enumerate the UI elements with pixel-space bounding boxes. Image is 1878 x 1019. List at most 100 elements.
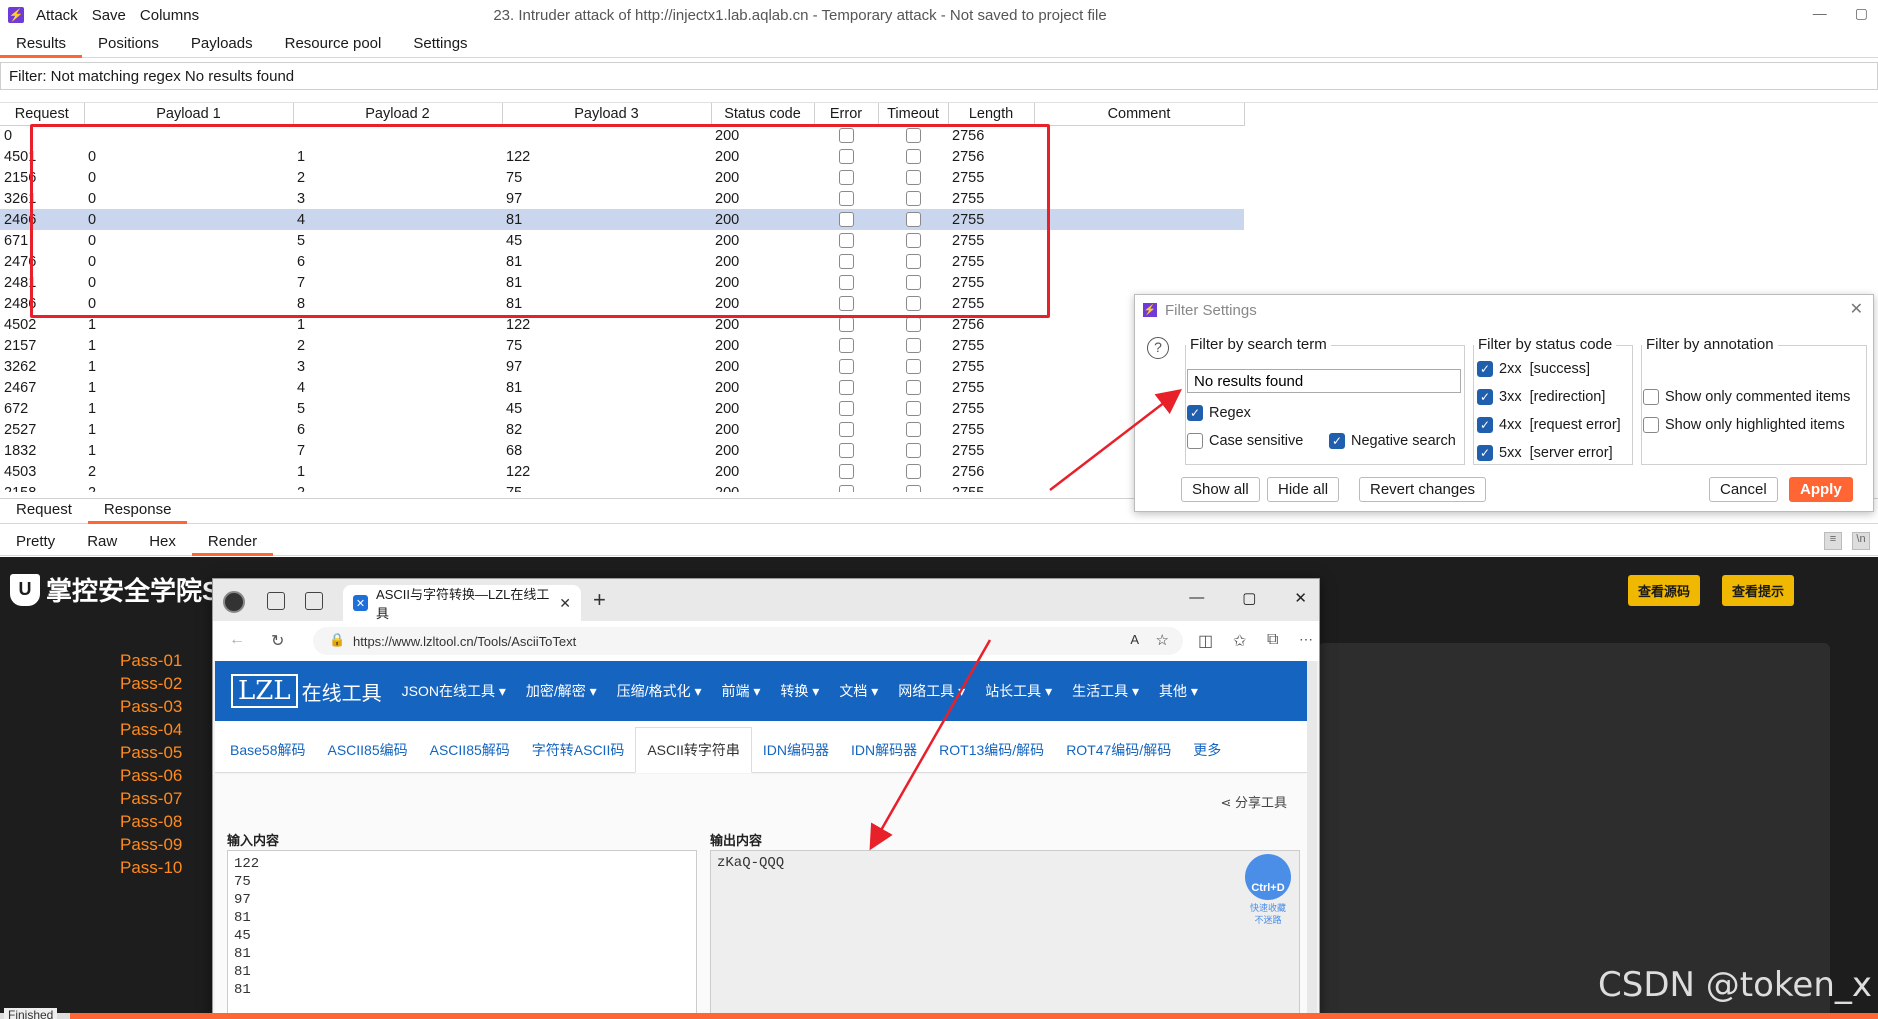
table-row[interactable]: 4503 2 1 122 200 2756 [0, 461, 1244, 482]
status-4xx-checkbox[interactable]: ✓ [1477, 417, 1493, 433]
only-highlighted-checkbox[interactable] [1643, 417, 1659, 433]
negative-search-row[interactable]: ✓ Negative search [1329, 433, 1456, 449]
pass-link[interactable]: Pass-10 [120, 856, 182, 879]
col-payload-2[interactable]: Payload 2 [293, 103, 503, 126]
lzl-subtab[interactable]: ASCII85解码 [419, 740, 521, 772]
only-highlighted-row[interactable]: Show only highlighted items [1643, 417, 1845, 433]
output-textarea[interactable]: zKaQ-QQQ [710, 850, 1300, 1018]
more-icon[interactable]: ⋯ [1299, 631, 1313, 648]
read-aloud-icon[interactable]: A [1130, 632, 1139, 647]
negative-search-checkbox[interactable]: ✓ [1329, 433, 1345, 449]
new-tab-icon[interactable]: + [593, 587, 606, 613]
help-icon[interactable]: ? [1147, 337, 1169, 359]
tab-render[interactable]: Render [191, 533, 274, 556]
table-row[interactable]: 215822752002755 [0, 482, 1244, 492]
back-icon[interactable]: ← [229, 631, 245, 649]
case-sensitive-row[interactable]: Case sensitive [1187, 433, 1303, 449]
regex-checkbox[interactable]: ✓ [1187, 405, 1203, 421]
show-all-button[interactable]: Show all [1181, 477, 1260, 502]
table-row[interactable]: 2156 0 2 75 200 2755 [0, 167, 1244, 188]
tab-request[interactable]: Request [0, 501, 88, 523]
favorites-icon[interactable]: ✩ [1233, 631, 1246, 651]
lzl-subtab[interactable]: Base58解码 [219, 740, 316, 772]
tab-raw[interactable]: Raw [71, 533, 133, 555]
status-3xx-row[interactable]: ✓ 3xx [redirection] [1477, 389, 1605, 405]
lzl-subtab[interactable]: 更多 [1182, 740, 1232, 772]
table-row[interactable]: 2486 0 8 81 200 2755 [0, 293, 1244, 314]
lzl-menu-item[interactable]: 站长工具 ▾ [985, 681, 1052, 701]
pass-link[interactable]: Pass-06 [120, 764, 182, 787]
input-textarea[interactable]: 122 75 97 81 45 81 81 81 [227, 850, 697, 1018]
menu-attack[interactable]: Attack [36, 7, 92, 24]
minimize-icon[interactable]: — [1189, 589, 1204, 607]
pass-link[interactable]: Pass-07 [120, 787, 182, 810]
tab-results[interactable]: Results [0, 35, 83, 58]
close-tab-icon[interactable]: ✕ [559, 595, 571, 612]
table-row[interactable]: 672 1 5 45 200 2755 [0, 398, 1244, 419]
table-row[interactable]: 2467 1 4 81 200 2755 [0, 377, 1244, 398]
col-timeout[interactable]: Timeout [878, 103, 949, 126]
table-row[interactable]: 671 0 5 45 200 2755 [0, 230, 1244, 251]
collections-icon[interactable]: ⧉ [1267, 631, 1278, 649]
tab-actions-icon[interactable] [305, 592, 323, 610]
filter-bar[interactable]: Filter: Not matching regex No results fo… [0, 62, 1878, 90]
search-term-input[interactable] [1187, 369, 1461, 393]
pass-link[interactable]: Pass-04 [120, 718, 182, 741]
menu-columns[interactable]: Columns [140, 7, 213, 24]
table-row[interactable]: 2481 0 7 81 200 2755 [0, 272, 1244, 293]
lzl-subtab[interactable]: ROT13编码/解码 [928, 740, 1055, 772]
bookmark-widget[interactable]: Ctrl+D 快速收藏 不迷路 [1243, 854, 1293, 939]
favorite-star-icon[interactable]: ☆ [1156, 631, 1169, 649]
refresh-icon[interactable]: ↻ [271, 631, 284, 651]
tab-resource-pool[interactable]: Resource pool [269, 35, 398, 57]
pass-link[interactable]: Pass-05 [120, 741, 182, 764]
browser-scrollbar[interactable] [1307, 661, 1317, 1018]
lzl-menu-item[interactable]: 网络工具 ▾ [898, 681, 965, 701]
table-row[interactable]: 4502 1 1 122 200 2756 [0, 314, 1244, 335]
pass-link[interactable]: Pass-08 [120, 810, 182, 833]
status-5xx-checkbox[interactable]: ✓ [1477, 445, 1493, 461]
lzl-menu-item[interactable]: JSON在线工具 ▾ [402, 681, 506, 701]
col-request[interactable]: Request [0, 103, 85, 126]
lzl-menu-item[interactable]: 生活工具 ▾ [1072, 681, 1139, 701]
revert-changes-button[interactable]: Revert changes [1359, 477, 1487, 502]
col-payload-1[interactable]: Payload 1 [84, 103, 294, 126]
table-row[interactable]: 2476 0 6 81 200 2755 [0, 251, 1244, 272]
pass-link[interactable]: Pass-03 [120, 695, 182, 718]
col-payload-3[interactable]: Payload 3 [502, 103, 712, 126]
lzl-subtab[interactable]: IDN编码器 [752, 740, 840, 772]
wrap-icon[interactable]: ≡ [1824, 532, 1842, 550]
view-source-button[interactable]: 查看源码 [1628, 575, 1701, 606]
table-row[interactable]: 2527 1 6 82 200 2755 [0, 419, 1244, 440]
lzl-menu-item[interactable]: 压缩/格式化 ▾ [617, 681, 702, 701]
share-tool-link[interactable]: ⋖ 分享工具 [1220, 792, 1287, 811]
apply-button[interactable]: Apply [1789, 477, 1853, 502]
browser-tab[interactable]: ✕ ASCII与字符转换—LZL在线工具 ✕ [343, 585, 581, 621]
col-length[interactable]: Length [948, 103, 1035, 126]
view-hint-button[interactable]: 查看提示 [1722, 575, 1795, 606]
table-row[interactable]: 2466 0 4 81 200 2755 [0, 209, 1244, 230]
table-row[interactable]: 1832 1 7 68 200 2755 [0, 440, 1244, 461]
minimize-icon[interactable]: — [1813, 5, 1827, 22]
lzl-menu-item[interactable]: 前端 ▾ [722, 681, 761, 701]
profile-avatar[interactable] [223, 591, 245, 613]
table-row[interactable]: 3262 1 3 97 200 2755 [0, 356, 1244, 377]
hide-all-button[interactable]: Hide all [1267, 477, 1340, 502]
col-comment[interactable]: Comment [1034, 103, 1245, 126]
status-3xx-checkbox[interactable]: ✓ [1477, 389, 1493, 405]
maximize-icon[interactable]: ▢ [1242, 589, 1256, 607]
close-icon[interactable]: ✕ [1294, 589, 1307, 607]
split-screen-icon[interactable]: ◫ [1198, 631, 1213, 651]
case-sensitive-checkbox[interactable] [1187, 433, 1203, 449]
table-row[interactable]: 4501 0 1 122 200 2756 [0, 146, 1244, 167]
pass-link[interactable]: Pass-01 [120, 649, 182, 672]
only-commented-checkbox[interactable] [1643, 389, 1659, 405]
lzl-subtab[interactable]: ASCII转字符串 [635, 727, 752, 773]
lzl-menu-item[interactable]: 加密/解密 ▾ [526, 681, 597, 701]
cancel-button[interactable]: Cancel [1709, 477, 1778, 502]
lzl-menu-item[interactable]: 文档 ▾ [839, 681, 878, 701]
lzl-logo[interactable]: LZL 在线工具 [231, 674, 382, 708]
regex-checkbox-row[interactable]: ✓ Regex [1187, 405, 1251, 421]
status-2xx-row[interactable]: ✓ 2xx [success] [1477, 361, 1590, 377]
lzl-menu-item[interactable]: 转换 ▾ [780, 681, 819, 701]
